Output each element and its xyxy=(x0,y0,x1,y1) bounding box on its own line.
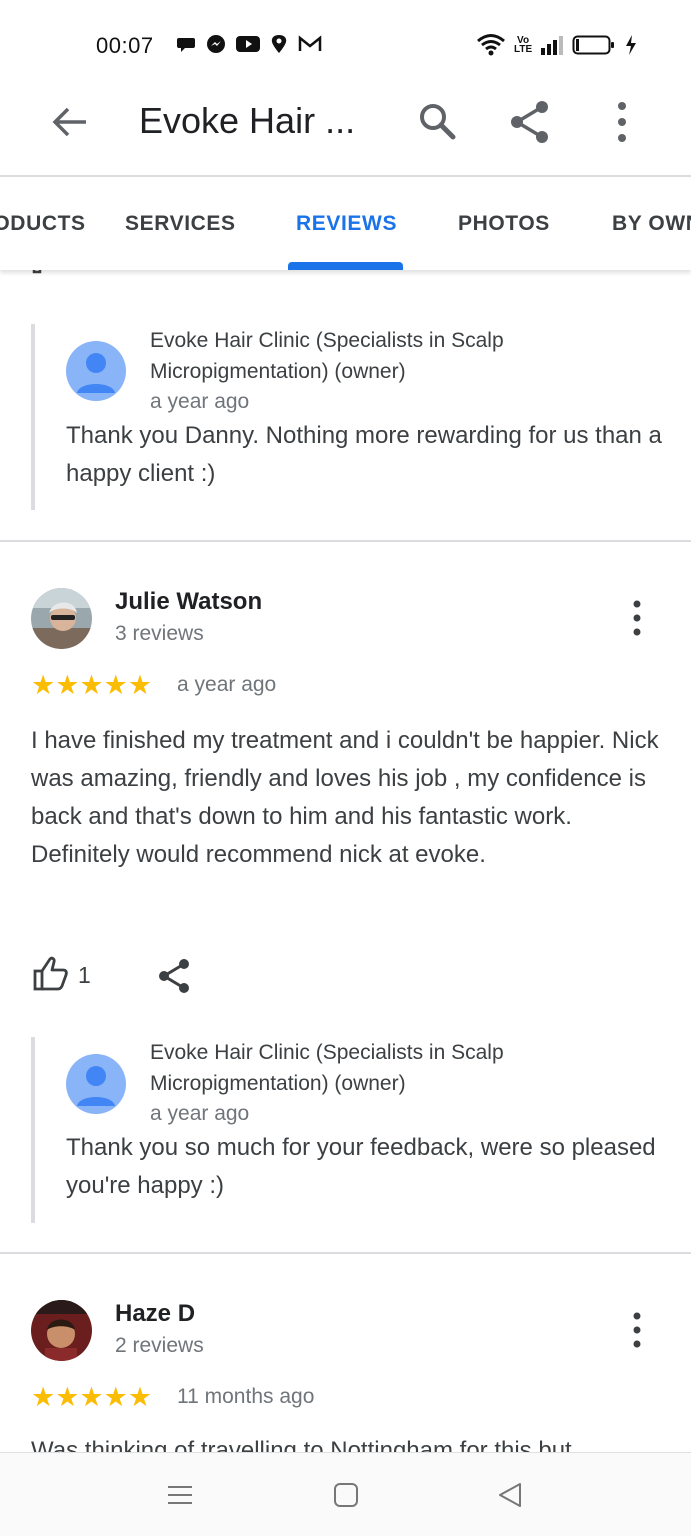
status-bar: 00:07 Vo LTE xyxy=(0,0,691,80)
chat-bubble-icon xyxy=(177,38,195,52)
owner-avatar xyxy=(66,341,126,401)
star-rating: ★★★★★ xyxy=(31,1384,152,1411)
battery-icon xyxy=(572,35,615,55)
reviewer-review-count: 3 reviews xyxy=(115,622,204,645)
review-divider xyxy=(0,540,691,542)
more-vert-icon[interactable] xyxy=(622,598,652,638)
reviewer-review-count: 2 reviews xyxy=(115,1334,204,1357)
system-icons: Vo LTE xyxy=(476,33,638,57)
back-triangle-icon[interactable] xyxy=(494,1479,526,1511)
share-icon[interactable] xyxy=(506,98,554,146)
tab-indicator xyxy=(288,262,403,270)
home-square-icon[interactable] xyxy=(330,1479,362,1511)
thumbs-up-icon[interactable] xyxy=(31,954,71,994)
volte-icon: Vo LTE xyxy=(514,35,533,55)
review-text: Was thinking of travelling to Nottingham… xyxy=(31,1437,572,1452)
tab-photos[interactable]: PHOTOS xyxy=(458,212,550,236)
review-divider xyxy=(0,1252,691,1254)
share-icon[interactable] xyxy=(162,270,192,280)
reviewer-name[interactable]: Haze D xyxy=(115,1300,195,1328)
tab-bar: PRODUCTS SERVICES REVIEWS PHOTOS BY OWNE… xyxy=(0,178,691,270)
page-title: Evoke Hair ... xyxy=(139,100,356,141)
like-count: 1 xyxy=(78,962,91,988)
wifi-icon xyxy=(477,34,505,56)
system-nav-bar xyxy=(0,1452,691,1536)
arrow-back-icon[interactable] xyxy=(48,100,92,144)
owner-avatar xyxy=(66,1054,126,1114)
tab-products[interactable]: PRODUCTS xyxy=(0,212,86,236)
like-icon[interactable] xyxy=(31,270,67,276)
review-text: I have finished my treatment and i could… xyxy=(31,727,659,868)
gmail-icon xyxy=(298,35,322,51)
star-icon: ★★★★★ xyxy=(31,1382,153,1412)
owner-name: Evoke Hair Clinic (Specialists in Scalp … xyxy=(150,1041,504,1095)
reply-text: Thank you Danny. Nothing more rewarding … xyxy=(66,422,662,487)
more-vert-icon[interactable] xyxy=(600,98,644,146)
charging-icon xyxy=(626,35,637,55)
tab-services[interactable]: SERVICES xyxy=(125,212,236,236)
reply-text: Thank you so much for your feedback, wer… xyxy=(66,1134,656,1199)
share-icon[interactable] xyxy=(156,956,192,996)
owner-name: Evoke Hair Clinic (Specialists in Scalp … xyxy=(150,329,504,383)
reviewer-name[interactable]: Julie Watson xyxy=(115,588,262,616)
avatar[interactable] xyxy=(31,588,92,649)
reply-date: a year ago xyxy=(150,1102,250,1125)
more-vert-icon[interactable] xyxy=(622,1310,652,1350)
notification-icons xyxy=(176,34,322,54)
reviews-list[interactable]: Evoke Hair Clinic (Specialists in Scalp … xyxy=(0,270,691,1452)
swiggy-icon xyxy=(271,35,287,53)
tab-by-owner[interactable]: BY OWNER xyxy=(612,212,691,236)
review-date: 11 months ago xyxy=(177,1385,315,1408)
review-date: a year ago xyxy=(177,673,277,696)
menu-icon[interactable] xyxy=(164,1479,196,1511)
signal-icon xyxy=(541,36,564,55)
avatar[interactable] xyxy=(31,1300,92,1361)
messenger-icon xyxy=(207,35,225,53)
star-rating: ★★★★★ xyxy=(31,672,152,699)
reply-date: a year ago xyxy=(150,390,250,413)
search-icon[interactable] xyxy=(414,98,460,144)
tab-reviews[interactable]: REVIEWS xyxy=(296,212,397,236)
status-time: 00:07 xyxy=(96,33,154,58)
star-icon: ★★★★★ xyxy=(31,670,153,700)
app-bar: Evoke Hair ... xyxy=(0,80,691,177)
youtube-icon xyxy=(236,36,260,52)
